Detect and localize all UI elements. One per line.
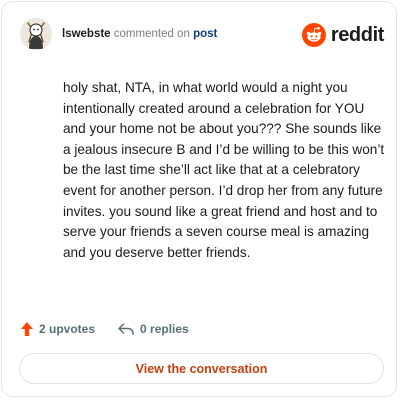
username-link[interactable]: lswebste: [62, 28, 111, 40]
reddit-logo[interactable]: reddit: [301, 20, 385, 50]
reddit-snoo-icon: [301, 23, 326, 47]
upvotes-count: 2 upvotes: [39, 322, 96, 336]
replies-count: 0 replies: [140, 322, 189, 336]
post-link[interactable]: post: [193, 28, 217, 40]
avatar-icon: [20, 18, 52, 50]
view-conversation-button[interactable]: View the conversation: [19, 353, 384, 384]
reply-arrow-icon: [118, 323, 134, 335]
comment-card: lswebste commented on post reddit holy s…: [1, 1, 397, 397]
comment-stats: 2 upvotes 0 replies: [20, 320, 189, 338]
comment-byline: lswebste commented on post: [62, 27, 217, 41]
comment-body: holy shat, NTA, in what world would a ni…: [63, 80, 385, 260]
comment-header: lswebste commented on post reddit: [18, 18, 384, 52]
upvotes-stat[interactable]: 2 upvotes: [20, 321, 95, 337]
user-avatar[interactable]: [20, 18, 52, 50]
replies-stat[interactable]: 0 replies: [117, 322, 189, 336]
brand-wordmark: reddit: [330, 23, 385, 46]
action-text: commented on: [113, 28, 190, 40]
upvote-arrow-icon: [21, 322, 33, 336]
